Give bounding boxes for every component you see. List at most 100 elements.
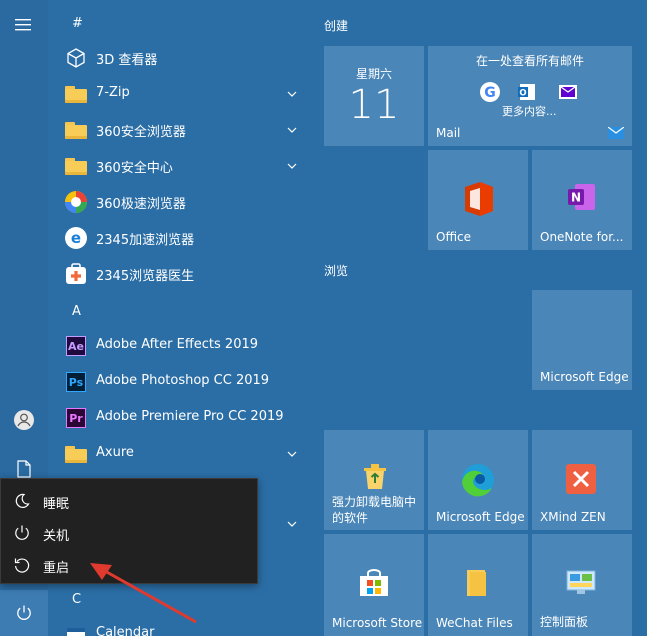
annotation-arrow	[90, 563, 197, 624]
app-item-2345-doctor[interactable]: 2345浏览器医生	[48, 256, 310, 292]
app-item-premiere[interactable]: Pr Adobe Premiere Pro CC 2019	[48, 400, 310, 436]
app-label: Adobe After Effects 2019	[96, 337, 259, 352]
edge-icon	[462, 464, 494, 497]
tile-calendar[interactable]: 星期六 11	[324, 46, 424, 146]
photoshop-icon: Ps	[64, 370, 88, 394]
folder-icon	[467, 570, 486, 596]
tile-edge-large[interactable]: Microsoft Edge	[532, 290, 632, 390]
tile-label: OneNote for...	[540, 230, 624, 244]
app-label: Calendar	[96, 625, 155, 636]
app-folder-axure[interactable]: Axure	[48, 436, 310, 472]
chevron-down-icon	[287, 163, 297, 169]
section-header-hash[interactable]: #	[72, 16, 83, 31]
app-label: 2345加速浏览器	[96, 233, 195, 248]
menu-item-sleep[interactable]: 睡眠	[1, 485, 257, 517]
user-button[interactable]	[0, 400, 48, 440]
mail-envelope-icon	[608, 127, 624, 139]
yahoo-mail-icon	[559, 85, 577, 99]
tile-onenote[interactable]: N OneNote for...	[532, 150, 632, 250]
chevron-down-icon	[287, 91, 297, 97]
chevron-down-icon	[287, 127, 297, 133]
app-label: 360安全浏览器	[96, 125, 186, 140]
power-button[interactable]	[0, 590, 48, 636]
tile-label: 强力卸载电脑中的软件	[332, 495, 417, 525]
svg-text:N: N	[571, 191, 581, 205]
app-item-photoshop[interactable]: Ps Adobe Photoshop CC 2019	[48, 364, 310, 400]
google-icon: G	[480, 82, 500, 102]
tile-xmind[interactable]: XMind ZEN	[532, 430, 632, 530]
outlook-icon: O	[518, 84, 535, 100]
app-folder-360-browser[interactable]: 360安全浏览器	[48, 112, 310, 148]
folder-icon	[64, 118, 88, 142]
folder-icon	[64, 154, 88, 178]
power-icon	[15, 525, 29, 540]
app-item-2345-browser[interactable]: e 2345加速浏览器	[48, 220, 310, 256]
tile-label: Office	[436, 230, 472, 244]
tile-label: Microsoft Store	[332, 616, 423, 630]
app-label: Adobe Photoshop CC 2019	[96, 373, 270, 388]
tile-label: Microsoft Edge	[540, 370, 629, 384]
tile-label: WeChat Files	[436, 616, 513, 630]
app-label: 360极速浏览器	[96, 197, 186, 212]
menu-label: 关机	[43, 529, 70, 544]
user-icon	[14, 410, 34, 430]
tile-label: XMind ZEN	[540, 510, 606, 524]
tile-label: Microsoft Edge	[436, 510, 525, 524]
tile-edge[interactable]: Microsoft Edge	[428, 430, 528, 530]
app-label: 3D 查看器	[96, 53, 158, 68]
folder-icon	[64, 82, 88, 106]
control-panel-icon	[566, 570, 596, 594]
chevron-down-icon	[287, 451, 297, 457]
app-folder-7zip[interactable]: 7-Zip	[48, 76, 310, 112]
tile-label: Mail	[436, 126, 461, 140]
chevron-down-icon[interactable]	[284, 516, 300, 532]
hamburger-icon	[15, 19, 31, 31]
after-effects-icon: Ae	[64, 334, 88, 358]
calendar-weekday: 星期六	[355, 67, 392, 81]
calendar-icon	[64, 622, 88, 636]
sleep-icon	[15, 493, 30, 508]
app-item-360-speed-browser[interactable]: 360极速浏览器	[48, 184, 310, 220]
mail-more: 更多内容...	[502, 105, 557, 118]
menu-label: 重启	[43, 561, 70, 576]
360-browser-icon	[64, 190, 88, 214]
app-label: 2345浏览器医生	[96, 269, 195, 284]
uninstaller-icon	[364, 464, 386, 489]
app-label: 7-Zip	[96, 85, 130, 100]
calendar-day: 11	[348, 82, 400, 128]
svg-text:e: e	[71, 229, 81, 247]
section-header-c[interactable]: C	[72, 592, 81, 607]
office-icon	[465, 182, 493, 216]
mail-heading: 在一处查看所有邮件	[475, 54, 584, 68]
premiere-icon: Pr	[64, 406, 88, 430]
app-label: 360安全中心	[96, 161, 173, 176]
cube-icon	[64, 46, 88, 70]
tile-label: 控制面板	[540, 615, 589, 629]
menu-label: 睡眠	[43, 497, 70, 512]
tile-wechat-files[interactable]: WeChat Files	[428, 534, 528, 636]
document-icon	[17, 460, 31, 478]
section-header-a[interactable]: A	[72, 304, 81, 319]
2345-browser-icon: e	[64, 226, 88, 250]
folder-icon	[64, 442, 88, 466]
store-icon	[360, 569, 388, 596]
tile-store[interactable]: Microsoft Store	[324, 534, 424, 636]
app-folder-360-security[interactable]: 360安全中心	[48, 148, 310, 184]
group-title-create[interactable]: 创建	[324, 17, 348, 34]
svg-text:O: O	[519, 89, 526, 99]
tile-uninstaller[interactable]: 强力卸载电脑中的软件	[324, 430, 424, 530]
tile-control-panel[interactable]: 控制面板	[532, 534, 632, 636]
power-icon	[17, 605, 31, 620]
xmind-icon	[566, 464, 596, 494]
onenote-icon: N	[568, 184, 595, 210]
tile-office[interactable]: Office	[428, 150, 528, 250]
app-label: Axure	[96, 445, 134, 460]
menu-item-shutdown[interactable]: 关机	[1, 517, 257, 549]
hamburger-button[interactable]	[0, 5, 48, 45]
svg-text:G: G	[484, 85, 496, 101]
app-item-3d-viewer[interactable]: 3D 查看器	[48, 40, 310, 76]
group-title-browse[interactable]: 浏览	[324, 262, 348, 279]
app-item-after-effects[interactable]: Ae Adobe After Effects 2019	[48, 328, 310, 364]
restart-icon	[14, 558, 30, 573]
tile-mail[interactable]: 在一处查看所有邮件 G O 更多内容... Mail	[428, 46, 632, 146]
